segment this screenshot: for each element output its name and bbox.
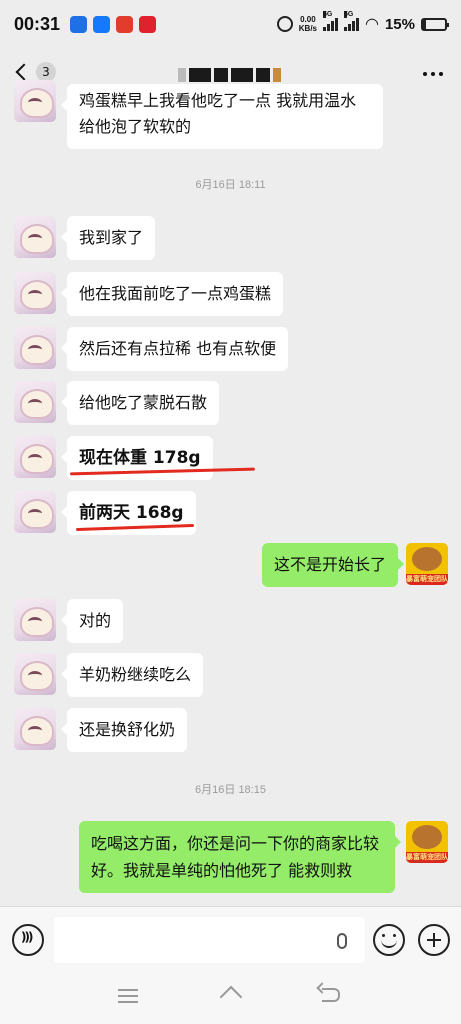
speedometer-icon xyxy=(276,16,293,32)
battery-icon xyxy=(421,17,449,31)
clock: 00:31 xyxy=(14,13,61,34)
message-input[interactable] xyxy=(54,917,365,963)
more-options-button[interactable] xyxy=(423,72,443,76)
unread-count-badge: 3 xyxy=(36,62,56,82)
message-input-bar xyxy=(0,906,461,972)
message-timestamp: 6月16日 18:15 xyxy=(195,784,266,796)
system-nav-bar xyxy=(0,972,461,1024)
app-notification-icon xyxy=(139,15,157,33)
my-avatar[interactable]: 暴富萌宠团队 xyxy=(406,543,448,585)
signal-icon: 5G xyxy=(344,11,359,31)
menu-icon[interactable] xyxy=(118,989,138,1003)
back-icon[interactable] xyxy=(322,988,340,1002)
status-bar: 00:31 0.00 KB/s 5G 5G ◠ 15% xyxy=(0,0,461,48)
app-notification-icon xyxy=(70,15,88,33)
contact-avatar[interactable] xyxy=(14,599,56,641)
contact-avatar[interactable] xyxy=(14,653,56,695)
wifi-icon: ◠ xyxy=(365,16,379,33)
contact-avatar[interactable] xyxy=(14,436,56,478)
message-bubble[interactable]: 羊奶粉继续吃么 xyxy=(60,653,204,697)
contact-avatar[interactable] xyxy=(14,708,56,750)
message-bubble[interactable]: 这不是开始长了 xyxy=(261,543,405,587)
app-notification-icon xyxy=(116,15,134,33)
alipay-icon xyxy=(93,15,111,33)
message-bubble[interactable]: 对的 xyxy=(60,599,124,643)
contact-avatar[interactable] xyxy=(14,491,56,533)
signal-icon: 5G xyxy=(323,11,338,31)
net-speed: 0.00 KB/s xyxy=(298,15,317,33)
home-icon[interactable] xyxy=(220,986,240,1006)
message-bubble[interactable]: 吃喝这方面，你还是问一下你的商家比较好。我就是单纯的怕他死了 能救则救 xyxy=(79,821,401,893)
message-bubble[interactable]: 给他吃了蒙脱石散 xyxy=(60,381,220,425)
message-bubble[interactable]: 我到家了 xyxy=(60,216,156,260)
back-button[interactable]: 3 xyxy=(14,62,56,82)
message-bubble[interactable]: 鸡蛋糕早上我看他吃了一点 我就用温水给他泡了软软的 xyxy=(61,84,383,149)
microphone-icon[interactable] xyxy=(337,933,347,949)
message-timestamp: 6月16日 18:11 xyxy=(195,179,266,191)
battery-percent: 15% xyxy=(384,15,415,33)
message-bubble[interactable]: 还是换舒化奶 xyxy=(60,708,188,752)
message-bubble[interactable]: 然后还有点拉稀 也有点软便 xyxy=(60,327,289,371)
chevron-left-icon xyxy=(15,63,33,81)
contact-avatar[interactable] xyxy=(14,327,56,369)
my-avatar[interactable]: 暴富萌宠团队 xyxy=(406,821,448,863)
contact-avatar[interactable] xyxy=(14,80,56,122)
more-actions-button[interactable] xyxy=(418,924,450,956)
contact-avatar[interactable] xyxy=(14,216,56,258)
message-bubble[interactable]: 他在我面前吃了一点鸡蛋糕 xyxy=(60,272,284,316)
contact-avatar[interactable] xyxy=(14,272,56,314)
voice-input-button[interactable] xyxy=(12,924,44,956)
contact-avatar[interactable] xyxy=(14,381,56,423)
emoji-button[interactable] xyxy=(373,924,405,956)
chat-title-obscured xyxy=(178,68,281,82)
